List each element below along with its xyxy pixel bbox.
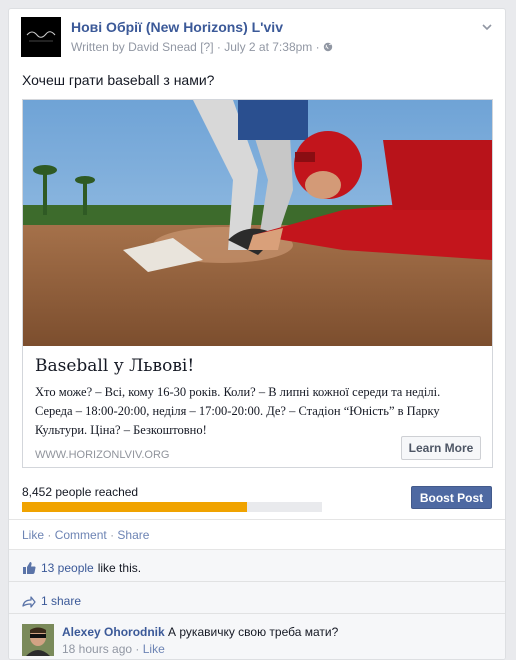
- action-separator: ·: [110, 528, 115, 542]
- page-logo-icon: [21, 17, 61, 57]
- action-separator: ·: [47, 528, 52, 542]
- post-text: Хочеш грати baseball з нами?: [22, 72, 215, 88]
- link-domain: WWW.HORIZONLVIV.ORG: [35, 449, 170, 461]
- post-byline: Written by David Snead [?] · July 2 at 7…: [71, 40, 333, 54]
- post-actions: Like · Comment · Share: [22, 528, 149, 542]
- link-preview-card[interactable]: Baseball у Львові! Хто може? – Всі, кому…: [22, 99, 493, 468]
- meta-separator: ·: [135, 642, 140, 656]
- byline-separator: ·: [315, 40, 320, 54]
- likes-suffix: like this.: [97, 561, 142, 575]
- globe-icon[interactable]: [323, 42, 333, 52]
- like-link[interactable]: Like: [22, 528, 44, 542]
- divider: [9, 613, 505, 614]
- comment-link[interactable]: Comment: [55, 528, 107, 542]
- comment-text: А рукавичку свою треба мати?: [168, 625, 339, 639]
- post-card: Нові Обрії (New Horizons) L'viv Written …: [8, 8, 506, 660]
- post-header: Нові Обрії (New Horizons) L'viv Written …: [21, 17, 493, 61]
- page-name-link[interactable]: Нові Обрії (New Horizons) L'viv: [71, 19, 283, 35]
- divider: [9, 581, 505, 582]
- page-avatar[interactable]: [21, 17, 61, 57]
- post-date[interactable]: July 2 at 7:38pm: [224, 40, 312, 54]
- author-name[interactable]: David Snead: [128, 40, 197, 54]
- comment-body: Alexey Ohorodnik А рукавичку свою треба …: [62, 625, 338, 639]
- likes-count-link[interactable]: 13 people: [41, 561, 94, 575]
- reach-progress-fill: [22, 502, 247, 512]
- comment-author-link[interactable]: Alexey Ohorodnik: [62, 625, 165, 639]
- boost-post-button[interactable]: Boost Post: [411, 486, 492, 509]
- shares-row: 1 share: [22, 594, 81, 608]
- likes-row: 13 people like this.: [22, 561, 141, 575]
- link-preview-image[interactable]: [23, 100, 492, 346]
- comment-like-link[interactable]: Like: [143, 642, 165, 656]
- learn-more-button[interactable]: Learn More: [401, 436, 481, 460]
- link-description: Хто може? – Всі, кому 16-30 років. Коли?…: [35, 385, 441, 437]
- comment-time[interactable]: 18 hours ago: [62, 642, 132, 656]
- comment-meta: 18 hours ago · Like: [62, 642, 165, 656]
- avatar[interactable]: [22, 624, 54, 656]
- thumbs-up-icon: [23, 562, 36, 574]
- reach-progress-bar: [22, 502, 322, 512]
- help-marker[interactable]: [?]: [200, 40, 213, 54]
- share-link[interactable]: Share: [117, 528, 149, 542]
- share-arrow-icon: [22, 596, 36, 608]
- divider: [9, 519, 505, 520]
- reach-label[interactable]: 8,452 people reached: [22, 485, 138, 499]
- shares-link[interactable]: 1 share: [41, 594, 81, 608]
- link-title[interactable]: Baseball у Львові!: [35, 356, 194, 376]
- byline-separator: ·: [216, 40, 221, 54]
- byline-prefix: Written by: [71, 40, 125, 54]
- chevron-down-icon[interactable]: [481, 21, 493, 33]
